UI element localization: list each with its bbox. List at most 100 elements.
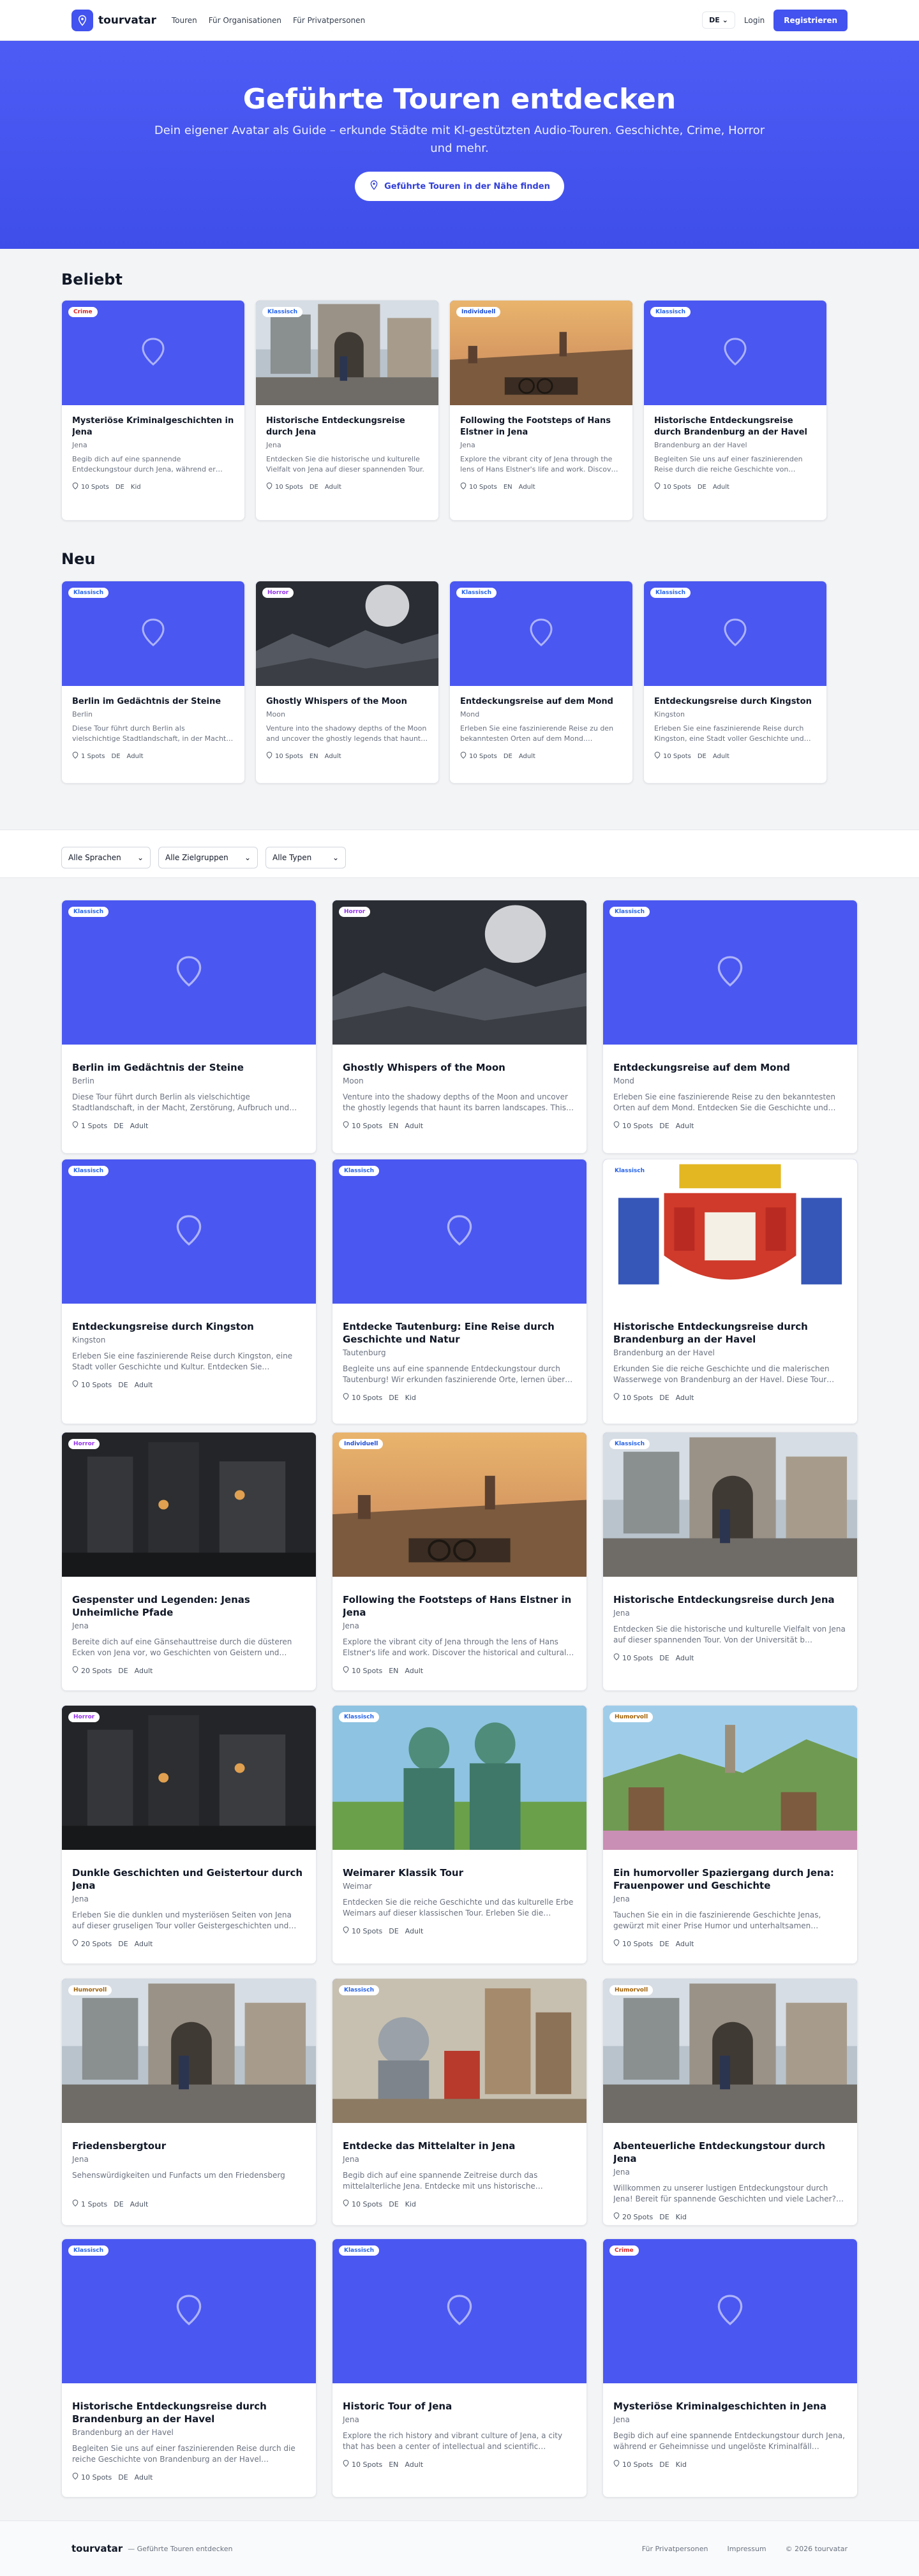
tour-language: DE bbox=[114, 1121, 124, 1130]
footer-link-impressum[interactable]: Impressum bbox=[728, 2545, 766, 2553]
tour-thumbnail: Crime bbox=[62, 301, 244, 405]
tour-language: DE bbox=[659, 1939, 669, 1948]
login-link[interactable]: Login bbox=[744, 16, 765, 25]
tour-audience: Adult bbox=[130, 2200, 149, 2208]
find-nearby-tours-button[interactable]: Geführte Touren in der Nähe finden bbox=[355, 172, 564, 201]
tour-audience: Kid bbox=[675, 2460, 687, 2469]
tour-city: Mond bbox=[460, 710, 480, 718]
tour-card-body: Weimarer Klassik Tour Weimar Entdecken Sie… bbox=[332, 1866, 587, 1935]
tour-card-body: Following the Footsteps of Hans Elstner … bbox=[332, 1593, 587, 1675]
nav-link-touren[interactable]: Touren bbox=[172, 16, 197, 25]
tour-language: DE bbox=[659, 2212, 669, 2221]
tour-card[interactable]: Klassisch Historische Entdeckungsreise du… bbox=[255, 300, 439, 521]
tour-city: Berlin bbox=[72, 710, 93, 718]
nav-link-organisationen[interactable]: Für Organisationen bbox=[209, 16, 281, 25]
tour-card[interactable]: Individuell Following the Footsteps of Ha… bbox=[449, 300, 633, 521]
tour-card[interactable]: Klassisch Entdeckungsreise auf dem Mond Mo… bbox=[602, 900, 858, 1154]
tour-title: Abenteuerliche Entdeckungstour durch Jen… bbox=[613, 2140, 826, 2164]
tour-language: EN bbox=[389, 2460, 399, 2469]
tour-language: DE bbox=[659, 1653, 669, 1662]
tour-card[interactable]: Humorvoll Ein humorvoller Spaziergang dur… bbox=[602, 1705, 858, 1964]
tour-city: Kingston bbox=[654, 710, 685, 718]
hero-subtitle: Dein eigener Avatar als Guide – erkunde … bbox=[154, 124, 765, 155]
location-pin-icon bbox=[72, 482, 78, 491]
tour-spots-count: 10 Spots bbox=[469, 752, 497, 760]
language-filter[interactable]: Alle Sprachen ⌄ bbox=[61, 847, 151, 868]
tour-city: Brandenburg an der Havel bbox=[613, 1348, 715, 1357]
tour-card[interactable]: Individuell Following the Footsteps of Ha… bbox=[332, 1432, 587, 1691]
tour-language: DE bbox=[115, 483, 124, 491]
tour-city: Jena bbox=[343, 2415, 359, 2424]
tour-language: DE bbox=[659, 2460, 669, 2469]
tour-card[interactable]: Klassisch Entdeckungsreise durch Kingston… bbox=[61, 1159, 317, 1424]
tour-audience: Adult bbox=[134, 2473, 153, 2482]
location-pin-icon bbox=[722, 337, 748, 369]
tour-card[interactable]: Klassisch Historische Entdeckungsreise du… bbox=[61, 2238, 317, 2498]
tour-spots-count: 1 Spots bbox=[81, 1121, 108, 1130]
tour-type-badge: Klassisch bbox=[609, 907, 650, 917]
location-pin-icon bbox=[266, 482, 273, 491]
tour-audience: Adult bbox=[518, 483, 535, 491]
tour-card-body: Entdeckungsreise auf dem Mond Mond Erleben… bbox=[603, 1061, 857, 1130]
tour-meta: 10 Spots DE Adult bbox=[72, 1380, 306, 1389]
tour-meta: 20 Spots DE Kid bbox=[613, 2212, 847, 2221]
tour-title: Entdecke Tautenburg: Eine Reise durch Ge… bbox=[343, 1321, 555, 1345]
tour-city: Moon bbox=[266, 710, 285, 718]
tour-spots: 10 Spots bbox=[343, 1121, 382, 1130]
tour-type-badge: Klassisch bbox=[339, 1166, 380, 1176]
nav-link-privatpersonen[interactable]: Für Privatpersonen bbox=[293, 16, 365, 25]
location-pin-icon bbox=[716, 2294, 744, 2329]
tour-card[interactable]: Humorvoll Abenteuerliche Entdeckungstour … bbox=[602, 1978, 858, 2226]
type-filter[interactable]: Alle Typen ⌄ bbox=[265, 847, 346, 868]
tour-card[interactable]: Horror Dunkle Geschichten und Geistertour… bbox=[61, 1705, 317, 1964]
tour-card[interactable]: Klassisch Berlin im Gedächtnis der Steine… bbox=[61, 581, 245, 784]
tour-card[interactable]: Horror Ghostly Whispers of the Moon Moon Ve… bbox=[255, 581, 439, 784]
location-pin-icon bbox=[140, 618, 166, 650]
section-title-popular: Beliebt bbox=[61, 271, 123, 288]
tour-description: Willkommen zu unserer lustigen Entdeckun… bbox=[613, 2184, 844, 2203]
logo[interactable]: tourvatar bbox=[71, 9, 156, 31]
tour-card[interactable]: Humorvoll Friedensbergtour Jena Sehenswürdi… bbox=[61, 1978, 317, 2226]
tour-title: Dunkle Geschichten und Geistertour durch… bbox=[72, 1867, 303, 1891]
footer-link-privatpersonen[interactable]: Für Privatpersonen bbox=[642, 2545, 708, 2553]
tour-language: DE bbox=[118, 1939, 128, 1948]
tour-title: Entdecke das Mittelalter in Jena bbox=[343, 2140, 516, 2152]
tour-card-body: Gespenster und Legenden: Jenas Unheimlic… bbox=[62, 1593, 316, 1675]
tour-card[interactable]: Klassisch Historische Entdeckungsreise du… bbox=[602, 1159, 858, 1424]
footer-links: Für Privatpersonen Impressum © 2026 tour… bbox=[642, 2545, 848, 2553]
tour-card[interactable]: Klassisch Historische Entdeckungsreise du… bbox=[643, 300, 827, 521]
tour-card[interactable]: Klassisch Entdecke das Mittelalter in Jen… bbox=[332, 1978, 587, 2226]
tour-card[interactable]: Horror Ghostly Whispers of the Moon Moon Ve… bbox=[332, 900, 587, 1154]
location-pin-icon bbox=[460, 752, 467, 761]
tour-city: Berlin bbox=[72, 1076, 94, 1085]
tour-title: Historische Entdeckungsreise durch Jena bbox=[613, 1594, 835, 1605]
location-pin-icon bbox=[722, 618, 748, 650]
footer-tagline: — Geführte Touren entdecken bbox=[128, 2544, 233, 2553]
register-button[interactable]: Registrieren bbox=[773, 9, 848, 31]
tour-card[interactable]: Horror Gespenster und Legenden: Jenas Unh… bbox=[61, 1432, 317, 1691]
tour-card[interactable]: Klassisch Historische Entdeckungsreise du… bbox=[602, 1432, 858, 1691]
tour-description: Tauchen Sie ein in die faszinierende Ges… bbox=[613, 1910, 821, 1930]
tour-card[interactable]: Klassisch Entdeckungsreise durch Kingston… bbox=[643, 581, 827, 784]
tour-description: Diese Tour führt durch Berlin als vielsc… bbox=[72, 1092, 290, 1112]
tour-card[interactable]: Klassisch Entdecke Tautenburg: Eine Reise… bbox=[332, 1159, 587, 1424]
tour-audience: Adult bbox=[134, 1380, 153, 1389]
tour-type-badge: Humorvoll bbox=[609, 1712, 654, 1722]
tour-spots: 10 Spots bbox=[613, 2460, 653, 2469]
tour-spots: 10 Spots bbox=[343, 2200, 382, 2208]
tour-type-badge: Klassisch bbox=[68, 1166, 109, 1176]
tour-card-body: Historische Entdeckungsreise durch Brand… bbox=[62, 2400, 316, 2482]
tour-card[interactable]: Klassisch Historic Tour of Jena Jena Explor… bbox=[332, 2238, 587, 2498]
tour-card[interactable]: Klassisch Entdeckungsreise auf dem Mond Mo… bbox=[449, 581, 633, 784]
tour-card[interactable]: Klassisch Berlin im Gedächtnis der Steine… bbox=[61, 900, 317, 1154]
location-pin-icon bbox=[72, 752, 78, 761]
logo-text: tourvatar bbox=[98, 13, 156, 27]
tour-language: DE bbox=[118, 2473, 128, 2482]
tour-spots: 1 Spots bbox=[72, 1121, 107, 1130]
tour-card[interactable]: Crime Mysteriöse Kriminalgeschichten in J… bbox=[602, 2238, 858, 2498]
tour-card[interactable]: Crime Mysteriöse Kriminalgeschichten in J… bbox=[61, 300, 245, 521]
audience-filter[interactable]: Alle Zielgruppen ⌄ bbox=[158, 847, 258, 868]
tour-card[interactable]: Klassisch Weimarer Klassik Tour Weimar Entd… bbox=[332, 1705, 587, 1964]
footer-logo[interactable]: tourvatar bbox=[71, 2543, 123, 2554]
language-select[interactable]: DE ⌄ bbox=[702, 11, 735, 29]
